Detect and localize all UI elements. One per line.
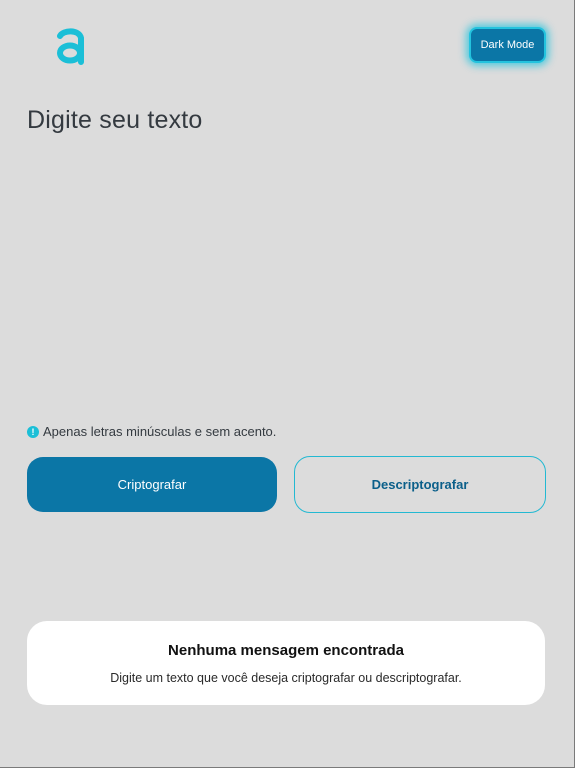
output-text: Digite um texto que você deseja criptogr… bbox=[110, 671, 462, 685]
text-input-heading: Digite seu texto bbox=[27, 106, 203, 134]
logo-icon bbox=[55, 26, 87, 66]
message-textarea[interactable] bbox=[27, 150, 547, 412]
input-hint: ! Apenas letras minúsculas e sem acento. bbox=[27, 424, 276, 439]
output-title: Nenhuma mensagem encontrada bbox=[168, 642, 404, 659]
decrypt-button[interactable]: Descriptografar bbox=[294, 456, 546, 513]
encrypt-button[interactable]: Criptografar bbox=[27, 457, 277, 512]
dark-mode-button[interactable]: Dark Mode bbox=[469, 27, 546, 63]
output-card: Nenhuma mensagem encontrada Digite um te… bbox=[27, 621, 545, 705]
exclamation-icon: ! bbox=[27, 425, 39, 438]
hint-text: Apenas letras minúsculas e sem acento. bbox=[43, 424, 277, 439]
